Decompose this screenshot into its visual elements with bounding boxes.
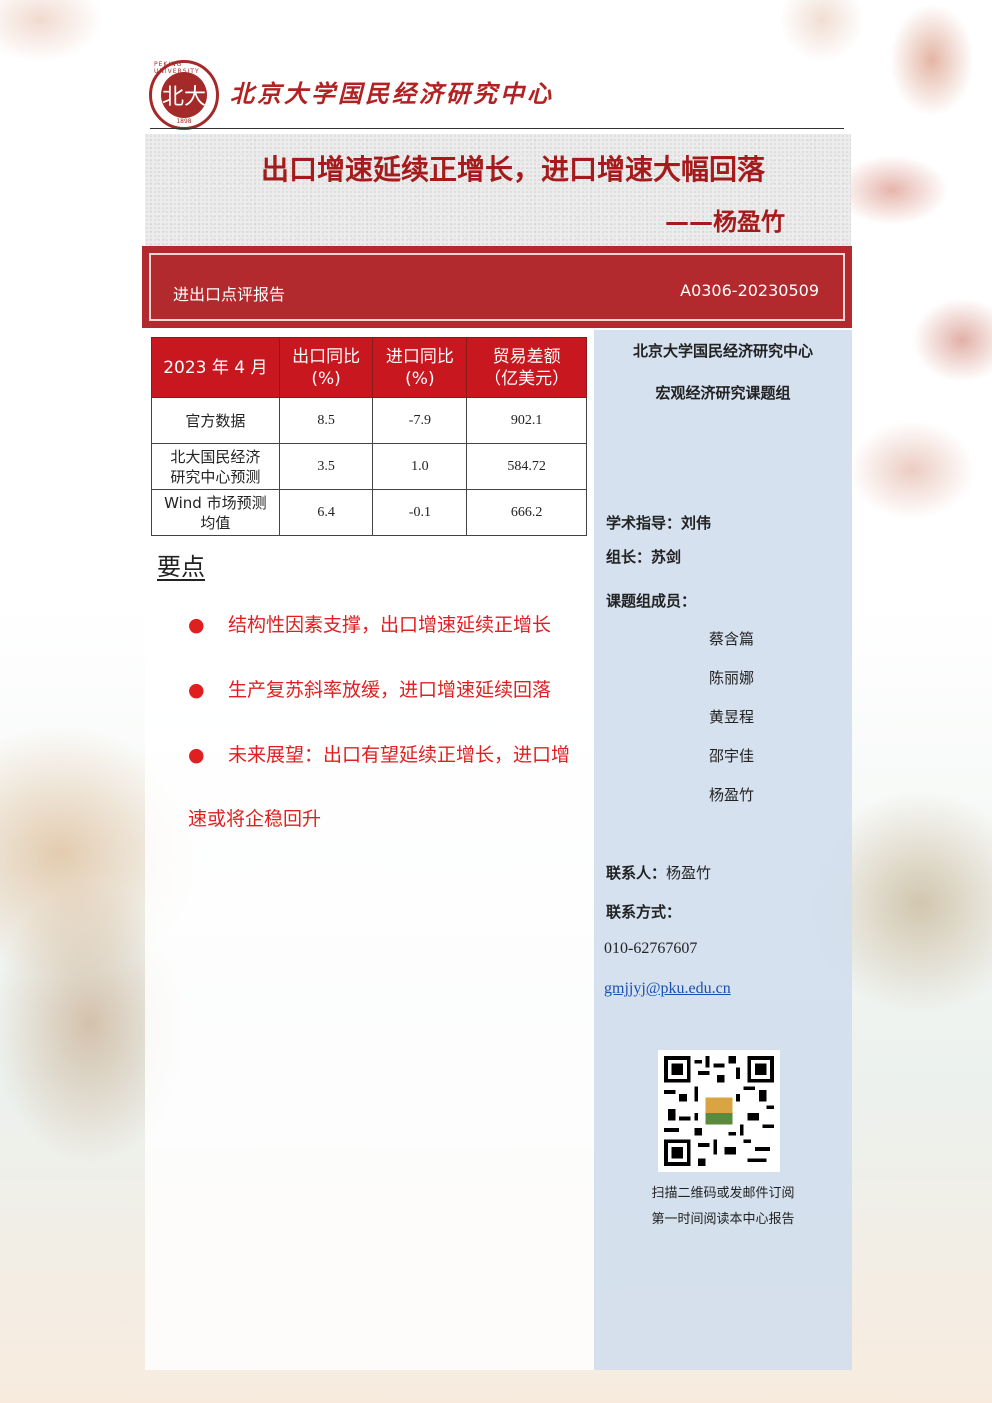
member-name: 蔡含篇 — [709, 630, 755, 648]
member-name: 黄昱程 — [709, 708, 755, 726]
report-title: 出口增速延续正增长，进口增速大幅回落 — [260, 153, 765, 186]
qr-caption-line2: 第一时间阅读本中心报告 — [651, 1212, 795, 1227]
key-point-text: 生产复苏斜率放缓，进口增速延续回落 — [228, 679, 552, 701]
report-type: 进出口点评报告 — [173, 285, 286, 304]
sidebar-group: 宏观经济研究课题组 — [655, 384, 791, 402]
sidebar: 北京大学国民经济研究中心 宏观经济研究课题组 学术指导：刘伟 组长：苏剑 课题组… — [594, 330, 852, 1370]
banner-frame: 进出口点评报告 A0306-20230509 — [149, 253, 845, 321]
key-point-item: ● 未来展望：出口有望延续正增长，进口增 — [188, 740, 570, 767]
report-author: ——杨盈竹 — [665, 208, 785, 236]
row-label-line1: 北大国民经济 — [170, 447, 261, 466]
table-cell: Wind 市场预测 均值 — [151, 489, 280, 536]
header-import-line1: 进口同比 — [385, 346, 454, 367]
key-point-text-continued: 速或将企稳回升 — [188, 808, 322, 830]
contact-label: 联系人： — [606, 864, 667, 882]
sidebar-advisor: 学术指导：刘伟 — [606, 514, 712, 532]
table-cell: 666.2 — [466, 489, 587, 536]
table-cell: 8.5 — [278, 397, 374, 444]
bullet-icon: ● — [188, 614, 205, 636]
header-export-line2: (%) — [311, 368, 341, 389]
sidebar-members-label: 课题组成员： — [606, 592, 697, 610]
header-balance-line1: 贸易差额 — [492, 346, 561, 367]
table-cell: 官方数据 — [151, 397, 280, 444]
table-cell: 3.5 — [278, 443, 374, 490]
table-cell: -0.1 — [372, 489, 468, 536]
member-name: 邵宇佳 — [709, 747, 755, 765]
table-cell: 584.72 — [466, 443, 587, 490]
org-name: 北京大学国民经济研究中心 — [230, 79, 554, 108]
row-label-line2: 研究中心预测 — [170, 467, 261, 486]
background-leaves-left — [0, 0, 160, 130]
table-header-cell: 出口同比 (%) — [278, 337, 374, 398]
table-cell: -7.9 — [372, 397, 468, 444]
table-cell: 1.0 — [372, 443, 468, 490]
header-export-line1: 出口同比 — [292, 346, 361, 367]
qr-caption-line1: 扫描二维码或发邮件订阅 — [651, 1186, 795, 1201]
table-row: Wind 市场预测 均值 6.4 -0.1 666.2 — [151, 489, 587, 536]
table-cell: 北大国民经济 研究中心预测 — [151, 443, 280, 490]
key-point-item: ● 生产复苏斜率放缓，进口增速延续回落 — [188, 675, 551, 702]
contact-email-link[interactable]: gmjjyj@pku.edu.cn — [604, 980, 731, 998]
key-point-item: ● 结构性因素支撑，出口增速延续正增长 — [188, 610, 551, 637]
logo-year: 1898 — [176, 118, 192, 125]
bullet-icon: ● — [188, 744, 205, 766]
table-header-cell: 贸易差额 （亿美元） — [466, 337, 587, 398]
sidebar-leader: 组长：苏剑 — [606, 548, 682, 566]
table-row: 官方数据 8.5 -7.9 902.1 — [151, 397, 587, 444]
key-points-title: 要点 — [157, 553, 205, 581]
header-balance-line2: （亿美元） — [484, 368, 570, 389]
table-row: 北大国民经济 研究中心预测 3.5 1.0 584.72 — [151, 443, 587, 490]
report-code: A0306-20230509 — [680, 281, 819, 300]
logo-glyph: 北大 — [161, 72, 207, 118]
sidebar-org: 北京大学国民经济研究中心 — [632, 342, 813, 360]
bullet-icon: ● — [188, 679, 205, 701]
university-seal-logo: PEKING UNIVERSITY 北大 1898 — [149, 60, 219, 130]
table-cell: 902.1 — [466, 397, 587, 444]
qr-code-icon — [658, 1050, 780, 1172]
table-header-row: 2023 年 4 月 出口同比 (%) 进口同比 (%) 贸易差额 （亿美元） — [151, 337, 587, 398]
member-name: 杨盈竹 — [709, 786, 755, 804]
contact-method-label: 联系方式： — [606, 903, 682, 921]
logo-ring-text: PEKING UNIVERSITY — [154, 61, 200, 75]
member-name: 陈丽娜 — [709, 669, 755, 687]
contact-name: 杨盈竹 — [666, 864, 712, 882]
key-point-text: 未来展望：出口有望延续正增长，进口增 — [228, 744, 571, 766]
table-header-cell: 进口同比 (%) — [372, 337, 468, 398]
contact-phone: 010-62767607 — [604, 940, 698, 957]
header-import-line2: (%) — [405, 368, 435, 389]
key-point-text: 结构性因素支撑，出口增速延续正增长 — [228, 614, 552, 636]
header-divider — [150, 128, 844, 129]
row-label-line1: Wind 市场预测 — [164, 493, 267, 512]
sidebar-contact: 联系人：杨盈竹 — [606, 862, 711, 883]
trade-data-table: 2023 年 4 月 出口同比 (%) 进口同比 (%) 贸易差额 （亿美元） 官方数… — [151, 337, 587, 536]
title-block: 出口增速延续正增长，进口增速大幅回落 ——杨盈竹 — [145, 134, 851, 246]
report-banner: 进出口点评报告 A0306-20230509 — [142, 246, 852, 328]
table-cell: 6.4 — [278, 489, 374, 536]
table-header-cell: 2023 年 4 月 — [151, 337, 280, 398]
row-label-line2: 均值 — [200, 513, 231, 532]
